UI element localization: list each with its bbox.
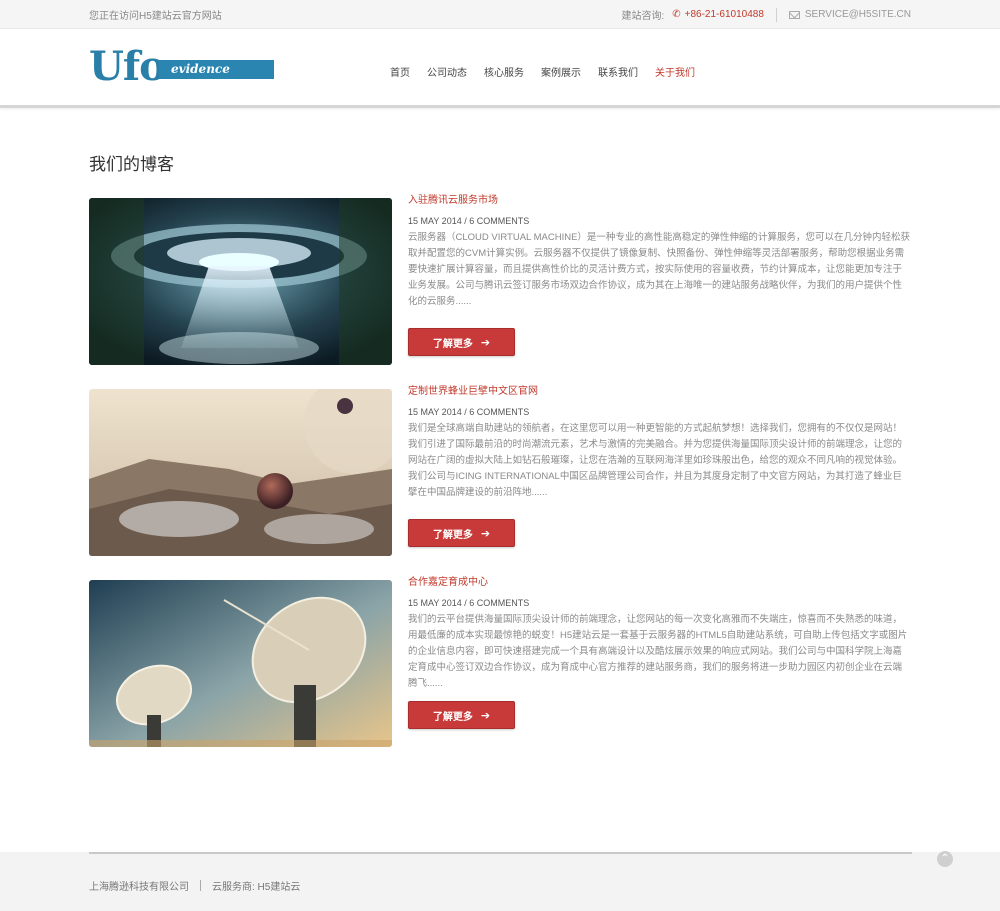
page-title: 我们的博客 (89, 155, 174, 174)
footer-divider (89, 852, 912, 854)
divider (775, 7, 777, 22)
footer-provider[interactable]: 云服务商: H5建站云 (212, 878, 300, 893)
read-more-label: 了解更多 (432, 529, 473, 541)
divider (200, 880, 201, 891)
top-bar: 您正在访问H5建站云官方网站 建站咨询: ✆ +86-21-61010488 S… (0, 0, 1000, 29)
post-excerpt: 云服务器（CLOUD VIRTUAL MACHINE）是一种专业的高性能高稳定的… (408, 232, 910, 307)
post-comments[interactable]: 6 COMMENTS (469, 407, 529, 417)
post-image-planet[interactable] (89, 389, 392, 556)
post-meta: 15 MAY 2014 / 6 COMMENTS (408, 216, 530, 226)
welcome-text: 您正在访问H5建站云官方网站 (89, 11, 222, 22)
post-date: 15 MAY 2014 (408, 216, 462, 226)
phone-number: +86-21-61010488 (684, 9, 764, 20)
post-comments[interactable]: 6 COMMENTS (469, 216, 529, 226)
phone-link[interactable]: ✆ +86-21-61010488 (672, 9, 764, 20)
blog-post: 入驻腾讯云服务市场 15 MAY 2014 / 6 COMMENTS 云服务器（… (89, 196, 911, 365)
nav-item-contact[interactable]: 联系我们 (598, 64, 638, 79)
footer-text: 上海腾逊科技有限公司 云服务商: H5建站云 (89, 878, 300, 893)
read-more-button[interactable]: 了解更多 ➔ (408, 519, 515, 547)
envelope-icon (788, 10, 800, 19)
post-title[interactable]: 入驻腾讯云服务市场 (408, 196, 911, 206)
read-more-button[interactable]: 了解更多 ➔ (408, 328, 515, 356)
logo-sub-text: evidence (159, 60, 274, 79)
site-footer: 上海腾逊科技有限公司 云服务商: H5建站云 (0, 852, 1000, 911)
post-comments[interactable]: 6 COMMENTS (469, 598, 529, 608)
post-image-satellite[interactable] (89, 580, 392, 747)
arrow-right-icon: ➔ (480, 709, 491, 722)
logo[interactable]: Ufo evidence (89, 43, 274, 90)
post-excerpt: 我们的云平台提供海量国际顶尖设计师的前端理念，让您网站的每一次变化高雅而不失端庄… (408, 614, 908, 689)
nav-item-about[interactable]: 关于我们 (655, 64, 695, 79)
post-meta: 15 MAY 2014 / 6 COMMENTS (408, 407, 530, 417)
nav-item-cases[interactable]: 案例展示 (541, 64, 581, 79)
site-header: Ufo evidence 首页 公司动态 核心服务 案例展示 联系我们 关于我们 (0, 29, 1000, 108)
nav-item-home[interactable]: 首页 (390, 64, 410, 79)
post-title[interactable]: 合作嘉定育成中心 (408, 578, 911, 588)
contact-info: 建站咨询: ✆ +86-21-61010488 SERVICE@H5SITE.C… (621, 7, 911, 22)
email-link[interactable]: SERVICE@H5SITE.CN (788, 9, 911, 20)
scroll-to-top-icon[interactable]: ⌃ (937, 851, 953, 867)
post-date: 15 MAY 2014 (408, 598, 462, 608)
footer-company: 上海腾逊科技有限公司 (89, 882, 189, 893)
phone-icon: ✆ (672, 9, 681, 20)
blog-post: 定制世界蜂业巨擘中文区官网 15 MAY 2014 / 6 COMMENTS 我… (89, 387, 911, 556)
arrow-right-icon: ➔ (480, 527, 491, 540)
post-date: 15 MAY 2014 (408, 407, 462, 417)
read-more-button[interactable]: 了解更多 ➔ (408, 701, 515, 729)
consult-label: 建站咨询: (621, 11, 665, 22)
read-more-label: 了解更多 (432, 711, 473, 723)
nav-item-news[interactable]: 公司动态 (427, 64, 467, 79)
logo-main-text: Ufo (89, 43, 166, 90)
post-image-ufo[interactable] (89, 198, 392, 365)
main-nav: 首页 公司动态 核心服务 案例展示 联系我们 关于我们 (390, 64, 712, 79)
post-excerpt: 我们是全球高端自助建站的领航者，在这里您可以用一种更智能的方式起航梦想！选择我们… (408, 423, 903, 498)
nav-item-services[interactable]: 核心服务 (484, 64, 524, 79)
arrow-right-icon: ➔ (480, 336, 491, 349)
post-meta: 15 MAY 2014 / 6 COMMENTS (408, 598, 530, 608)
read-more-label: 了解更多 (432, 338, 473, 350)
email-address: SERVICE@H5SITE.CN (804, 9, 911, 20)
blog-post: 合作嘉定育成中心 15 MAY 2014 / 6 COMMENTS 我们的云平台… (89, 578, 911, 747)
post-title[interactable]: 定制世界蜂业巨擘中文区官网 (408, 387, 911, 397)
